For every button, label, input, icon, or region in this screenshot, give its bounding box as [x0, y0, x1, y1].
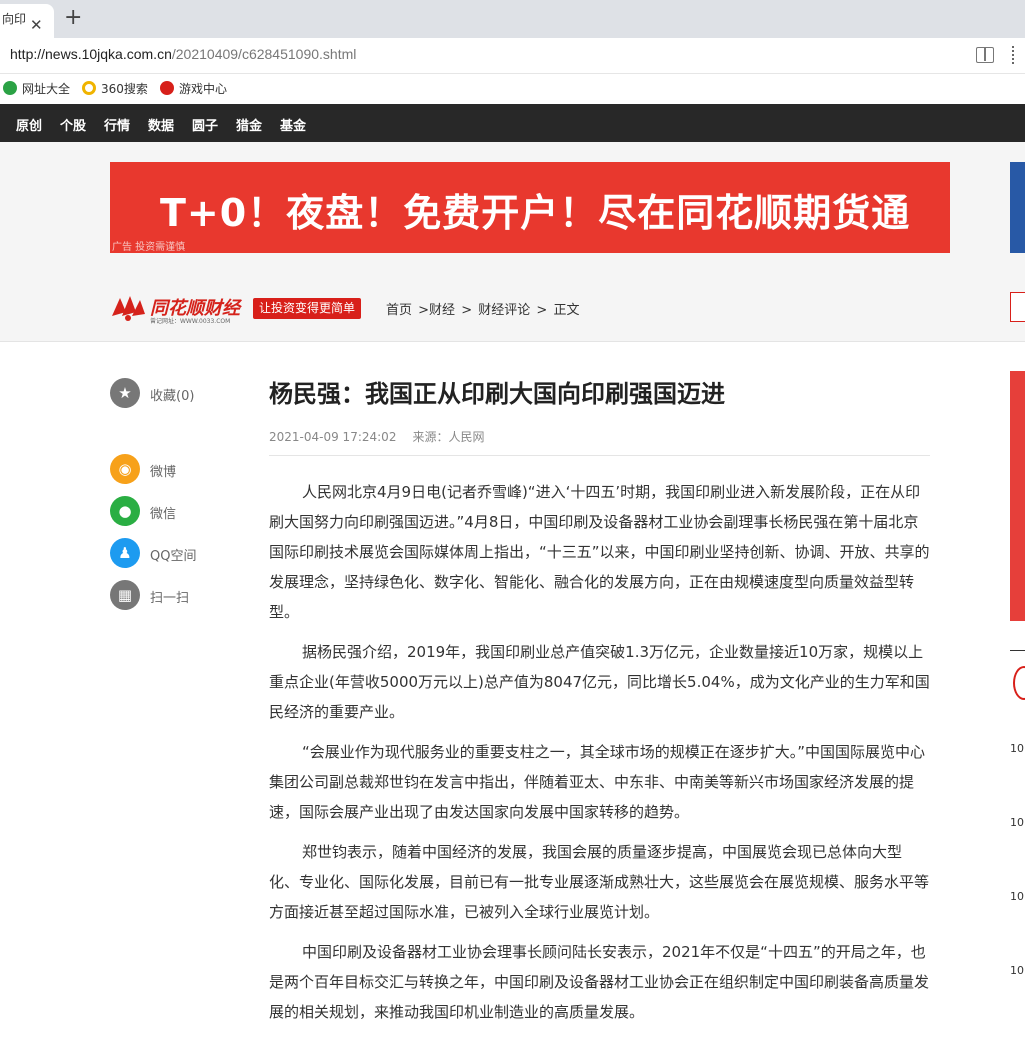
nav-item[interactable]: 数据: [148, 115, 174, 134]
favorite-label: 收藏(0): [150, 389, 195, 404]
brand-slogan: 让投资变得更简单: [253, 298, 362, 319]
share-qzone-button[interactable]: ♟ QQ空间: [110, 538, 230, 568]
article-paragraph: “会展业作为现代服务业的重要支柱之一，其全球市场的规模正在逐步扩大。”中国国际展…: [269, 743, 926, 821]
share-weibo-button[interactable]: ◉ 微博: [110, 454, 230, 484]
breadcrumb-sep: >: [461, 303, 473, 318]
bookmark-item[interactable]: 网址大全: [3, 81, 70, 97]
nav-item[interactable]: 原创: [16, 115, 42, 134]
ad-banner[interactable]: T+0！夜盘！免费开户！尽在同花顺期货通 广告 投资需谨慎: [110, 162, 950, 253]
breadcrumb-finance[interactable]: >财经: [418, 303, 455, 318]
tab-title: 向印: [2, 12, 27, 26]
wechat-icon: ●: [110, 496, 140, 526]
browser-tab-bar: 向印 ✕ +: [0, 0, 1025, 38]
breadcrumb-current: 正文: [553, 303, 580, 318]
breadcrumb-home[interactable]: 首页: [386, 303, 412, 318]
article-paragraph: 郑世钧表示，随着中国经济的发展，我国会展的质量逐步提高，中国展览会现已总体向大型…: [269, 843, 930, 921]
breadcrumb-sep: >: [536, 303, 548, 318]
qq-icon: ♟: [110, 538, 140, 568]
bookmarks-bar: 网址大全 360搜索 游戏中心: [0, 74, 1025, 104]
article-paragraph: 中国印刷及设备器材工业协会理事长顾问陆长安表示，2021年不仅是“十四五”的开局…: [269, 943, 930, 1021]
divider: [269, 455, 930, 456]
brand-sub: 曾记网址：WWW.0033.COM: [150, 318, 231, 325]
article-date: 2021-04-09 17:24:02: [269, 430, 397, 444]
bookmark-item[interactable]: 360搜索: [82, 81, 148, 97]
bookmark-item[interactable]: 游戏中心: [160, 81, 227, 97]
article-paragraph: 据杨民强介绍，2019年，我国印刷业总产值突破1.3万亿元，企业数量接近10万家…: [269, 643, 930, 721]
ad-text: T+0！夜盘！免费开户！尽在同花顺期货通: [160, 191, 911, 235]
share-wechat-button[interactable]: ● 微信: [110, 496, 230, 526]
weibo-icon: ◉: [110, 454, 140, 484]
favorite-button[interactable]: ★ 收藏(0): [110, 378, 230, 408]
web-directory-icon: [3, 81, 17, 95]
close-icon[interactable]: ✕: [30, 10, 43, 38]
article-title: 杨民强：我国正从印刷大国向印刷强国迈进: [269, 380, 725, 408]
address-bar[interactable]: http://news.10jqka.com.cn/20210409/c6284…: [0, 38, 1025, 74]
reader-mode-icon[interactable]: [976, 47, 994, 63]
share-qrcode-button[interactable]: ▦ 扫一扫: [110, 580, 230, 610]
nav-item[interactable]: 圆子: [192, 115, 218, 134]
bookmark-label: 360搜索: [101, 82, 148, 96]
news-time: 10:: [1010, 890, 1025, 903]
flower-logo-icon: [112, 296, 145, 321]
article-source: 来源：人民网: [412, 430, 485, 444]
url-host: http://news.10jqka.com.cn: [10, 46, 172, 62]
game-center-icon: [160, 81, 174, 95]
right-ad-panel[interactable]: [1010, 371, 1025, 621]
share-label: 扫一扫: [150, 591, 190, 606]
nav-item[interactable]: 猎金: [236, 115, 262, 134]
browser-tab[interactable]: 向印 ✕: [0, 4, 54, 38]
site-nav: 原创 个股 行情 数据 圆子 猎金 基金: [0, 104, 1025, 142]
site-logo[interactable]: 同花顺财经 曾记网址：WWW.0033.COM: [110, 292, 250, 325]
news-time: 10:: [1010, 742, 1025, 755]
news-time: 10:: [1010, 964, 1025, 977]
nav-item[interactable]: 基金: [280, 115, 306, 134]
bookmark-label: 游戏中心: [179, 82, 228, 96]
nav-item[interactable]: 个股: [60, 115, 86, 134]
share-label: 微信: [150, 507, 177, 522]
bookmark-label: 网址大全: [22, 82, 71, 96]
divider: [1010, 650, 1025, 651]
search-box[interactable]: [1010, 292, 1025, 322]
share-label: 微博: [150, 465, 177, 480]
ad-note: 广告 投资需谨慎: [112, 242, 186, 253]
share-label: QQ空间: [150, 549, 197, 564]
url-path: /20210409/c628451090.shtml: [171, 46, 357, 62]
article-paragraph: 人民网北京4月9日电(记者乔雪峰)“进入‘十四五’时期，我国印刷业进入新发展阶段…: [269, 483, 930, 621]
search-360-icon: [82, 81, 96, 95]
side-ad-banner[interactable]: [1010, 162, 1025, 253]
star-icon: ★: [110, 378, 140, 408]
article-meta: 2021-04-09 17:24:02 来源：人民网: [269, 428, 500, 445]
breadcrumb-commentary[interactable]: 财经评论: [478, 303, 530, 318]
url-text[interactable]: http://news.10jqka.com.cn/20210409/c6284…: [10, 46, 356, 62]
article-body: 人民网北京4月9日电(记者乔雪峰)“进入‘十四五’时期，我国印刷业进入新发展阶段…: [269, 477, 930, 1037]
news-time: 10:: [1010, 816, 1025, 829]
nav-item[interactable]: 行情: [104, 115, 130, 134]
qrcode-icon: ▦: [110, 580, 140, 610]
right-badge: [1013, 666, 1025, 700]
new-tab-icon[interactable]: +: [64, 4, 82, 32]
breadcrumb: 首页 >财经 > 财经评论 > 正文: [386, 299, 581, 318]
menu-icon[interactable]: [1012, 46, 1016, 64]
